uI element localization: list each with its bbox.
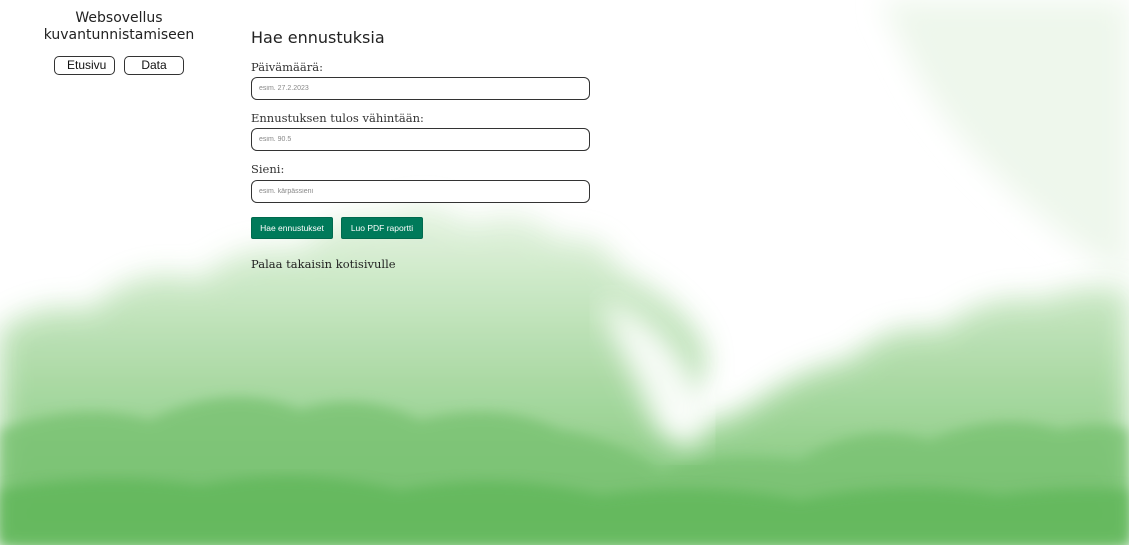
date-input[interactable] xyxy=(251,77,590,100)
mushroom-label: Sieni: xyxy=(251,162,285,176)
sidebar: Websovellus kuvantunnistamiseen Etusivu … xyxy=(0,10,238,75)
app-title-line2: kuvantunnistamiseen xyxy=(43,27,195,43)
min-score-input[interactable] xyxy=(251,128,590,151)
page-title: Hae ennustuksia xyxy=(251,28,385,47)
form-actions: Hae ennustukset Luo PDF raportti xyxy=(251,217,423,239)
app-title-line1: Websovellus xyxy=(75,10,163,26)
nav-data-button[interactable]: Data xyxy=(124,56,184,75)
min-score-field-group: Ennustuksen tulos vähintään: xyxy=(251,111,590,151)
search-predictions-form: Hae ennustuksia Päivämäärä: Ennustuksen … xyxy=(251,28,591,271)
main-nav: Etusivu Data xyxy=(0,56,238,75)
date-field-group: Päivämäärä: xyxy=(251,60,590,100)
mushroom-input[interactable] xyxy=(251,180,590,203)
search-predictions-button[interactable]: Hae ennustukset xyxy=(251,217,333,239)
create-pdf-report-button[interactable]: Luo PDF raportti xyxy=(341,217,423,239)
nav-home-button[interactable]: Etusivu xyxy=(54,56,115,75)
min-score-label: Ennustuksen tulos vähintään: xyxy=(251,111,424,125)
back-to-home-link[interactable]: Palaa takaisin kotisivulle xyxy=(251,257,396,271)
app-title: Websovellus kuvantunnistamiseen xyxy=(0,10,238,44)
mushroom-field-group: Sieni: xyxy=(251,162,590,203)
date-label: Päivämäärä: xyxy=(251,60,323,74)
